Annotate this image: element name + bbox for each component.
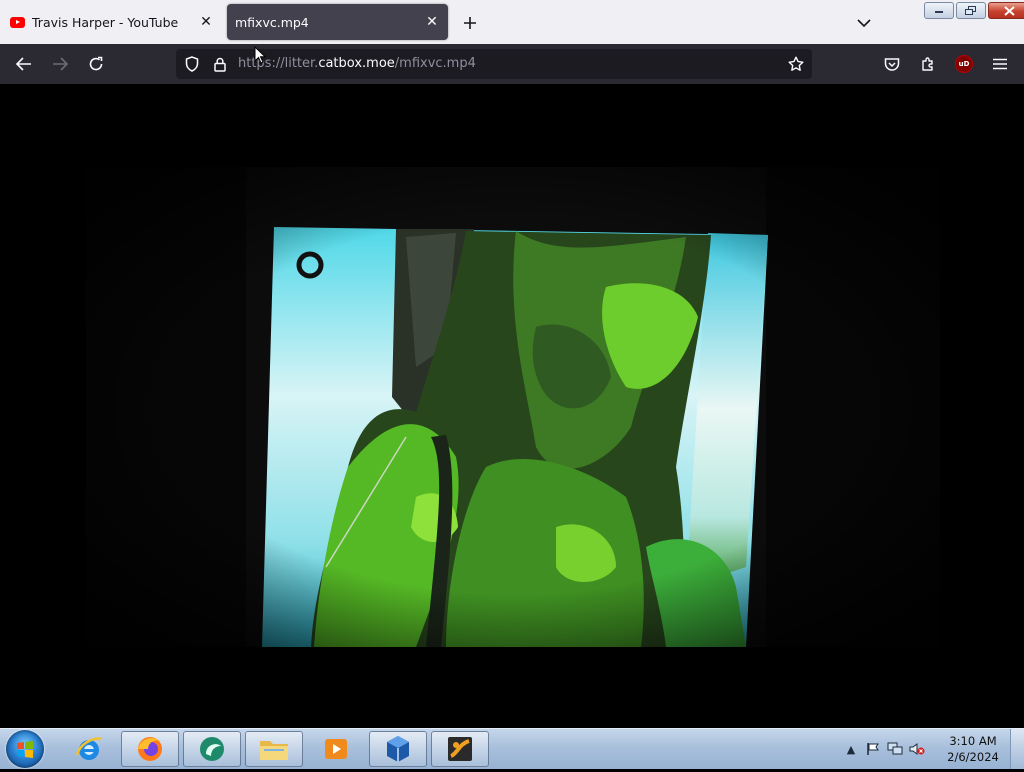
network-icon[interactable] xyxy=(887,741,903,757)
taskbar-virtualbox[interactable] xyxy=(369,731,427,767)
internet-explorer-icon xyxy=(75,737,102,760)
page-viewport xyxy=(0,84,1024,728)
ublock-origin-button[interactable]: uD xyxy=(950,50,978,78)
navigation-toolbar: https://litter.catbox.moe/mfixvc.mp4 uD xyxy=(0,44,1024,84)
tab-title: mfixvc.mp4 xyxy=(235,14,309,30)
video-frame xyxy=(86,167,940,647)
tab-title: Travis Harper - YouTube xyxy=(32,14,179,30)
firefox-icon xyxy=(138,737,162,761)
forward-button[interactable] xyxy=(46,50,74,78)
windows-logo-icon xyxy=(17,741,33,758)
system-tray: ▲ xyxy=(843,729,925,769)
restore-icon xyxy=(965,5,976,15)
chevron-down-icon xyxy=(857,19,871,28)
app-icon xyxy=(448,737,472,761)
minimize-button[interactable] xyxy=(924,2,954,19)
youtube-icon xyxy=(10,16,25,28)
tab-strip: Travis Harper - YouTube ✕ mfixvc.mp4 ✕ xyxy=(0,0,1024,44)
taskbar-app[interactable] xyxy=(431,731,489,767)
plus-icon xyxy=(464,17,476,29)
reload-icon xyxy=(89,56,103,71)
menu-icon xyxy=(993,58,1007,70)
pocket-icon xyxy=(884,57,900,71)
clock-time: 3:10 AM xyxy=(949,734,997,748)
clock-date: 2/6/2024 xyxy=(947,750,999,764)
pocket-button[interactable] xyxy=(878,50,906,78)
volume-muted-icon[interactable] xyxy=(909,741,925,757)
show-desktop-button[interactable] xyxy=(1010,729,1024,769)
close-window-button[interactable] xyxy=(988,2,1024,19)
close-tab-icon[interactable]: ✕ xyxy=(420,10,444,34)
bookmark-star-button[interactable] xyxy=(782,50,810,78)
taskbar-firefox[interactable] xyxy=(121,731,179,767)
taskbar: ▲ 3:10 AM 2/6/2024 xyxy=(0,728,1024,769)
taskbar-media-center[interactable] xyxy=(183,731,241,767)
forward-icon xyxy=(53,57,68,71)
url-path: /mfixvc.mp4 xyxy=(394,56,476,71)
close-icon xyxy=(1003,5,1015,16)
file-explorer-icon xyxy=(260,741,288,760)
reload-button[interactable] xyxy=(82,50,110,78)
minimize-icon xyxy=(935,10,943,13)
mouse-cursor-icon xyxy=(254,46,266,64)
start-button[interactable] xyxy=(6,730,44,768)
action-center-flag-icon[interactable] xyxy=(865,741,881,757)
taskbar-clock[interactable]: 3:10 AM 2/6/2024 xyxy=(940,733,1006,765)
window-controls xyxy=(924,2,1024,19)
back-button[interactable] xyxy=(10,50,38,78)
taskbar-media-player[interactable] xyxy=(307,731,365,767)
media-player-icon xyxy=(325,739,347,759)
video-player[interactable] xyxy=(86,167,940,647)
app-menu-button[interactable] xyxy=(986,50,1014,78)
tab-video[interactable]: mfixvc.mp4 ✕ xyxy=(227,4,448,40)
media-center-icon xyxy=(200,737,224,761)
back-icon xyxy=(16,57,31,71)
tab-youtube[interactable]: Travis Harper - YouTube ✕ xyxy=(0,4,222,40)
show-hidden-icons[interactable]: ▲ xyxy=(843,741,859,757)
url-host: catbox.moe xyxy=(318,56,395,71)
taskbar-file-explorer[interactable] xyxy=(245,731,303,767)
url-prefix: https://litter. xyxy=(238,56,319,71)
list-all-tabs-button[interactable] xyxy=(850,9,878,37)
taskbar-internet-explorer[interactable] xyxy=(60,731,118,767)
extensions-icon xyxy=(922,57,933,71)
extensions-button[interactable] xyxy=(914,50,942,78)
new-tab-button[interactable] xyxy=(456,9,484,37)
tracking-shield-icon[interactable] xyxy=(178,50,206,78)
url-text[interactable]: https://litter.catbox.moe/mfixvc.mp4 xyxy=(238,56,476,71)
url-bar[interactable]: https://litter.catbox.moe/mfixvc.mp4 xyxy=(176,49,812,79)
close-tab-icon[interactable]: ✕ xyxy=(194,10,218,34)
virtualbox-icon xyxy=(387,736,409,762)
lock-icon[interactable] xyxy=(206,50,234,78)
bookmark-star-icon xyxy=(788,56,804,71)
restore-button[interactable] xyxy=(956,2,986,19)
ublock-origin-icon: uD xyxy=(955,55,973,73)
